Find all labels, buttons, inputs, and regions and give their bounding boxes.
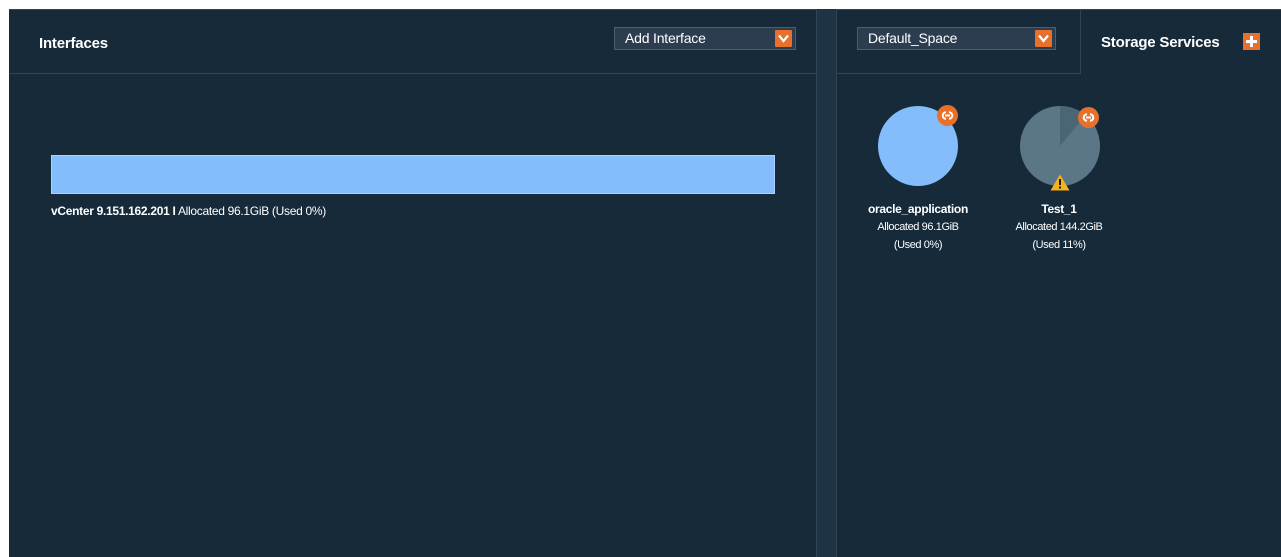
add-service-plus-icon[interactable]: [1243, 33, 1260, 50]
interface-allocation: Allocated 96.1GiB (Used 0%): [177, 204, 326, 218]
interface-caption: vCenter 9.151.162.201 I Allocated 96.1Gi…: [51, 204, 326, 218]
interface-capacity-bar[interactable]: [51, 155, 775, 194]
service-oracle-application[interactable]: oracle_application Allocated 96.1GiB (Us…: [853, 10, 983, 270]
service-name: Test_1: [1041, 202, 1077, 216]
link-icon[interactable]: [937, 105, 958, 126]
interfaces-panel: Interfaces Add Interface vCenter 9.151.1…: [9, 9, 816, 557]
service-used: (Used 11%): [1032, 239, 1086, 251]
service-name: oracle_application: [868, 202, 968, 216]
service-used: (Used 0%): [893, 239, 943, 251]
interface-separator: I: [172, 204, 176, 218]
interface-name[interactable]: vCenter 9.151.162.201: [51, 204, 170, 218]
service-allocated: Allocated 96.1GiB: [877, 221, 959, 233]
service-test-1[interactable]: Test_1 Allocated 144.2GiB (Used 11%): [994, 10, 1124, 270]
link-icon[interactable]: [1078, 107, 1099, 128]
interfaces-title: Interfaces: [39, 35, 108, 52]
add-interface-label: Add Interface: [625, 30, 706, 46]
service-allocated: Allocated 144.2GiB: [1015, 221, 1103, 233]
panel-splitter[interactable]: [816, 9, 837, 557]
add-interface-dropdown[interactable]: Add Interface: [614, 27, 796, 50]
chevron-down-icon[interactable]: [775, 30, 792, 47]
storage-services-panel: Default_Space Storage Services oracle_ap…: [837, 9, 1281, 557]
interfaces-header: Interfaces Add Interface: [9, 10, 816, 74]
warning-icon[interactable]: [1050, 174, 1070, 191]
